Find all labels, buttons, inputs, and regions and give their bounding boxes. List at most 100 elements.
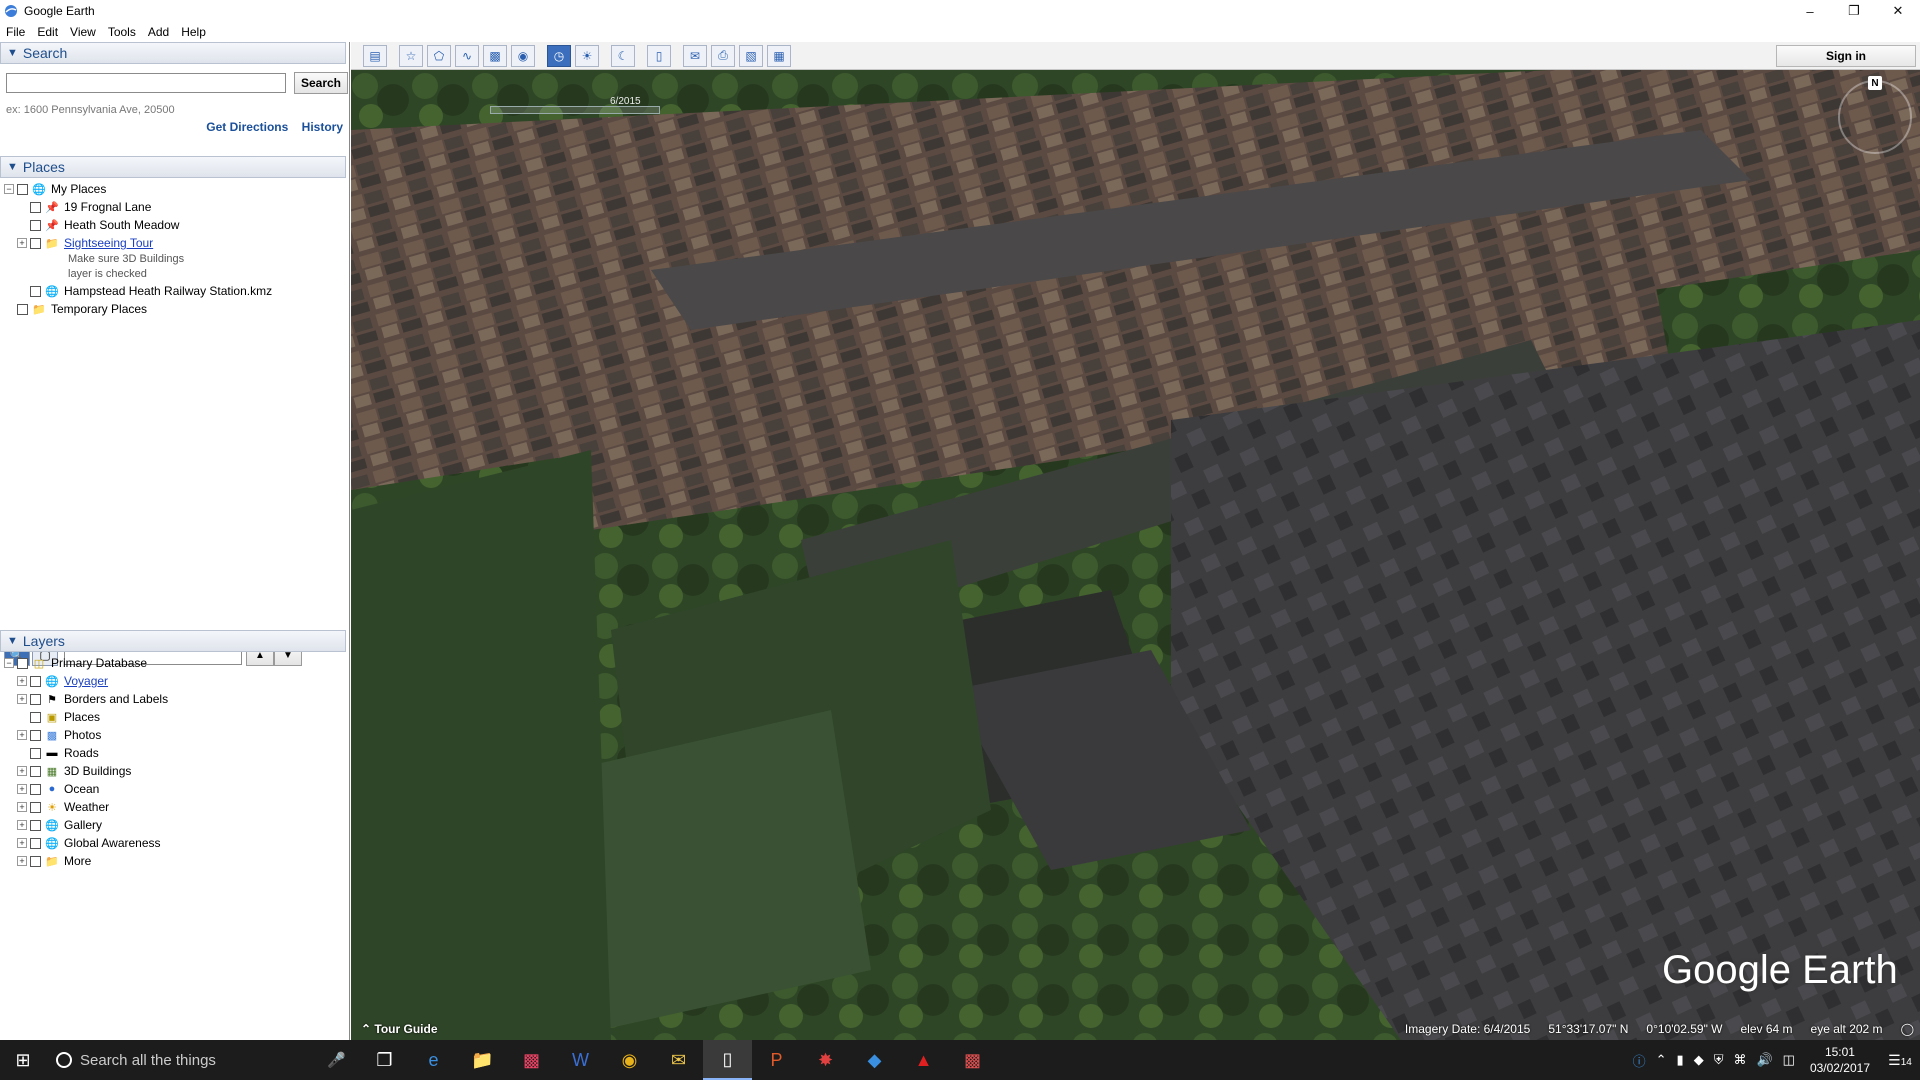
- expand-toggle[interactable]: +: [17, 838, 27, 848]
- powerpoint-icon[interactable]: P: [752, 1040, 801, 1080]
- layer-places[interactable]: ▣ Places: [4, 708, 346, 726]
- time-slider[interactable]: [490, 106, 660, 114]
- checkbox[interactable]: [30, 675, 41, 687]
- email-icon[interactable]: ✉: [683, 44, 707, 67]
- network-icon[interactable]: ◫: [1783, 1052, 1795, 1068]
- polygon-icon[interactable]: ⬠: [427, 44, 451, 67]
- checkbox[interactable]: [17, 657, 28, 669]
- menu-edit[interactable]: Edit: [37, 25, 58, 39]
- expand-toggle[interactable]: +: [17, 856, 27, 866]
- collapse-toggle[interactable]: −: [4, 184, 14, 194]
- sign-in-button[interactable]: Sign in: [1776, 45, 1916, 67]
- tree-item-heath-south-meadow[interactable]: 📌 Heath South Meadow: [4, 216, 349, 234]
- historical-imagery-icon[interactable]: ◷: [547, 44, 571, 67]
- menu-help[interactable]: Help: [181, 25, 206, 39]
- layer-voyager[interactable]: + 🌐 Voyager: [4, 672, 346, 690]
- record-tour-icon[interactable]: ◉: [511, 44, 535, 67]
- expand-toggle[interactable]: +: [17, 784, 27, 794]
- checkbox[interactable]: [30, 729, 41, 741]
- menu-view[interactable]: View: [70, 25, 96, 39]
- tree-item-frognal-lane[interactable]: 📌 19 Frognal Lane: [4, 198, 349, 216]
- planets-icon[interactable]: ☾: [611, 44, 635, 67]
- menu-file[interactable]: File: [6, 25, 25, 39]
- layer-3d-buildings[interactable]: + ▦ 3D Buildings: [4, 762, 346, 780]
- windows-start-icon[interactable]: ⊞: [0, 1040, 46, 1080]
- expand-toggle[interactable]: +: [17, 676, 27, 686]
- sidebar-toggle-icon[interactable]: ▤: [363, 44, 387, 67]
- mail-app-icon[interactable]: ✉: [654, 1040, 703, 1080]
- layer-primary-database[interactable]: − ◫ Primary Database: [4, 654, 346, 672]
- compass-north-label[interactable]: N: [1868, 76, 1882, 90]
- tree-item-kmz[interactable]: 🌐 Hampstead Heath Railway Station.kmz: [4, 282, 349, 300]
- tree-item-temporary-places[interactable]: 📁 Temporary Places: [4, 300, 349, 318]
- save-image-icon[interactable]: ▧: [739, 44, 763, 67]
- checkbox[interactable]: [30, 837, 41, 849]
- file-explorer-icon[interactable]: 📁: [458, 1040, 507, 1080]
- dropbox-icon[interactable]: ◆: [850, 1040, 899, 1080]
- expand-toggle[interactable]: +: [17, 766, 27, 776]
- word-icon[interactable]: W: [556, 1040, 605, 1080]
- edge-browser-icon[interactable]: e: [409, 1040, 458, 1080]
- document-app-icon[interactable]: ▯: [703, 1040, 752, 1080]
- volume-icon[interactable]: 🔊: [1756, 1052, 1772, 1068]
- dropbox-tray-icon[interactable]: ◆: [1694, 1052, 1704, 1068]
- layer-gallery[interactable]: + 🌐 Gallery: [4, 816, 346, 834]
- task-view-icon[interactable]: ❐: [360, 1040, 409, 1080]
- checkbox[interactable]: [30, 693, 41, 705]
- layer-more[interactable]: + 📁 More: [4, 852, 346, 870]
- layer-borders-labels[interactable]: + ⚑ Borders and Labels: [4, 690, 346, 708]
- checkbox[interactable]: [17, 303, 28, 315]
- layer-photos[interactable]: + ▩ Photos: [4, 726, 346, 744]
- checkbox[interactable]: [30, 711, 41, 723]
- checkbox[interactable]: [30, 819, 41, 831]
- chart-app-icon[interactable]: ▩: [948, 1040, 997, 1080]
- chrome-icon[interactable]: ◉: [605, 1040, 654, 1080]
- info-tray-icon[interactable]: ⓘ: [1633, 1051, 1646, 1070]
- layer-global-awareness[interactable]: + 🌐 Global Awareness: [4, 834, 346, 852]
- path-icon[interactable]: ∿: [455, 44, 479, 67]
- checkbox[interactable]: [30, 285, 41, 297]
- collapse-toggle[interactable]: −: [4, 658, 14, 668]
- restore-button[interactable]: ❐: [1832, 0, 1876, 22]
- security-shield-icon[interactable]: ⛨: [1714, 1052, 1724, 1068]
- checkbox[interactable]: [30, 855, 41, 867]
- search-input[interactable]: [6, 73, 286, 93]
- search-button[interactable]: Search: [294, 72, 348, 94]
- layer-ocean[interactable]: + ● Ocean: [4, 780, 346, 798]
- expand-toggle[interactable]: +: [17, 694, 27, 704]
- view-in-maps-icon[interactable]: ▦: [767, 44, 791, 67]
- photos-app-icon[interactable]: ▩: [507, 1040, 556, 1080]
- history-link[interactable]: History: [302, 120, 343, 134]
- layer-weather[interactable]: + ☀ Weather: [4, 798, 346, 816]
- show-hidden-icons[interactable]: ⌃: [1656, 1052, 1667, 1068]
- cortana-search-box[interactable]: Search all the things 🎤: [46, 1040, 360, 1080]
- layer-roads[interactable]: ▬ Roads: [4, 744, 346, 762]
- expand-toggle[interactable]: +: [17, 730, 27, 740]
- ruler-icon[interactable]: ▯: [647, 44, 671, 67]
- map-view[interactable]: [351, 70, 1920, 1040]
- wifi-icon[interactable]: ⌘: [1733, 1052, 1746, 1068]
- expand-toggle[interactable]: +: [17, 820, 27, 830]
- close-button[interactable]: ✕: [1876, 0, 1920, 22]
- checkbox[interactable]: [30, 783, 41, 795]
- checkbox[interactable]: [30, 219, 41, 231]
- checkbox[interactable]: [30, 747, 41, 759]
- get-directions-link[interactable]: Get Directions: [206, 120, 288, 134]
- minimize-button[interactable]: –: [1788, 0, 1832, 22]
- image-overlay-icon[interactable]: ▩: [483, 44, 507, 67]
- tour-guide-button[interactable]: ⌃ Tour Guide: [361, 1022, 438, 1036]
- search-panel-header[interactable]: ▼ Search: [0, 42, 346, 64]
- checkbox[interactable]: [17, 183, 28, 195]
- sunlight-icon[interactable]: ☀: [575, 44, 599, 67]
- checkbox[interactable]: [30, 765, 41, 777]
- menu-tools[interactable]: Tools: [108, 25, 136, 39]
- print-icon[interactable]: ⎙: [711, 44, 735, 67]
- battery-icon[interactable]: ▮: [1677, 1052, 1684, 1068]
- microphone-icon[interactable]: 🎤: [327, 1051, 346, 1069]
- tree-item-sightseeing-tour[interactable]: + 📁 Sightseeing Tour: [4, 234, 349, 252]
- tree-item-my-places[interactable]: − 🌐 My Places: [4, 180, 349, 198]
- checkbox[interactable]: [30, 801, 41, 813]
- menu-add[interactable]: Add: [148, 25, 169, 39]
- clock[interactable]: 15:01 03/02/2017: [1810, 1044, 1870, 1076]
- places-panel-header[interactable]: ▼ Places: [0, 156, 346, 178]
